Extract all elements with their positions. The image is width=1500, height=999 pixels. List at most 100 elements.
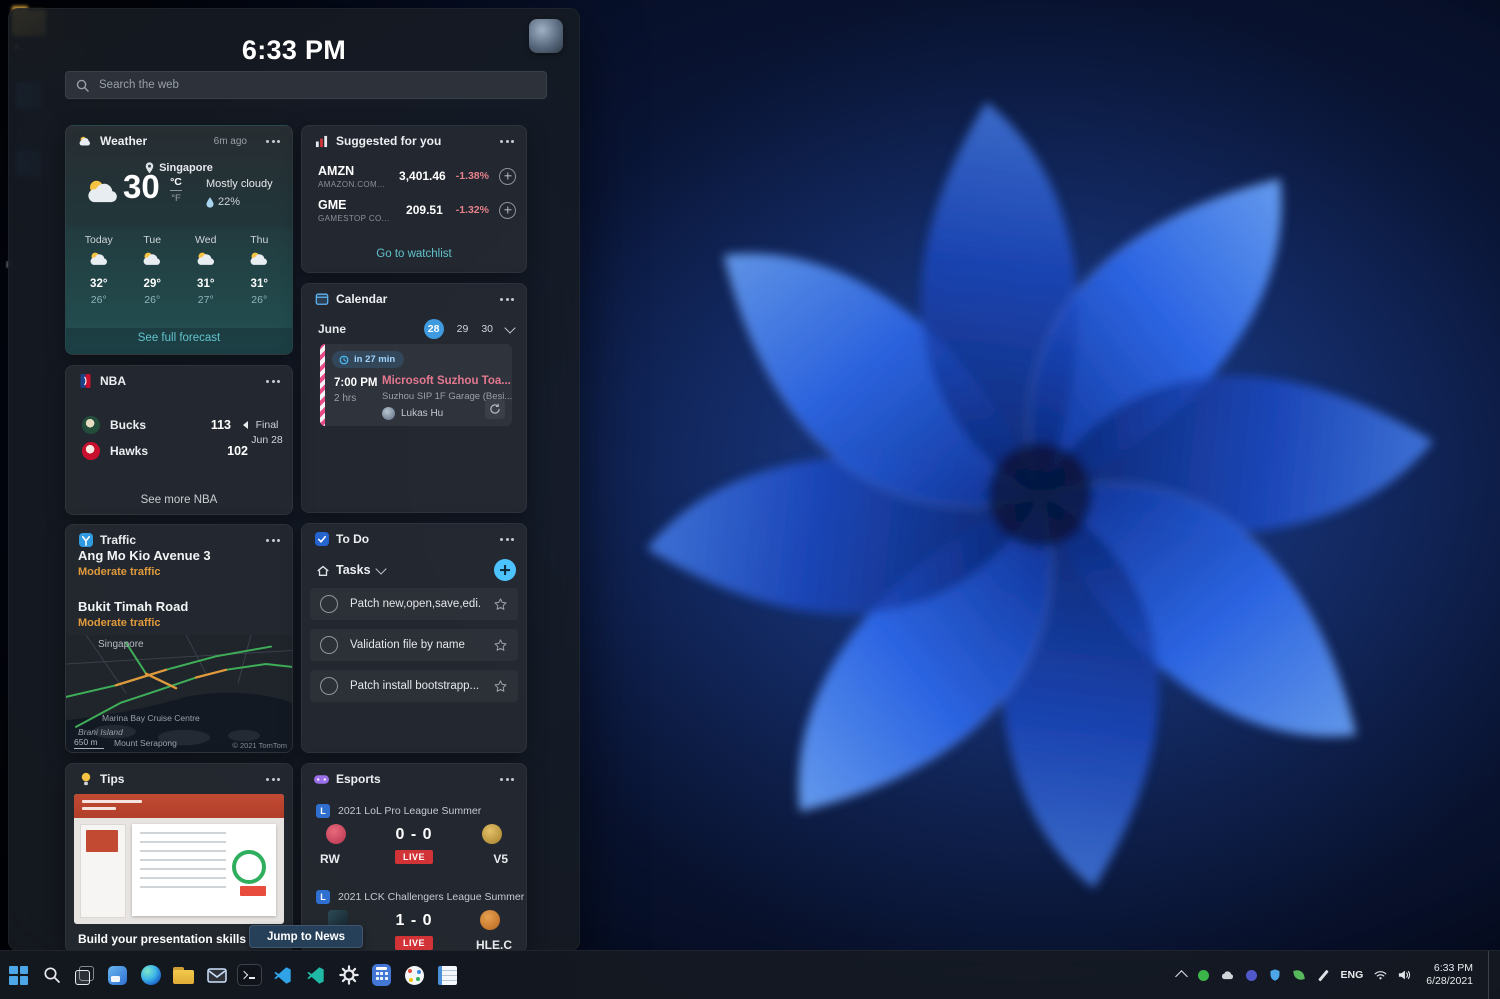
unit-celsius[interactable]: °C	[170, 176, 182, 188]
weather-icon	[78, 134, 93, 149]
jump-to-news-button[interactable]: Jump to News	[249, 925, 363, 948]
forecast-day[interactable]: Today 32° 26°	[72, 234, 126, 328]
card-title: To Do	[336, 532, 370, 546]
more-options-button[interactable]	[496, 134, 518, 149]
esports-widget[interactable]: Esports L 2021 LoL Pro League Summer 0 -…	[301, 763, 527, 950]
paint-button[interactable]	[398, 955, 431, 995]
weather-condition: Mostly cloudy	[206, 178, 273, 190]
hidden-icons-chevron[interactable]	[1174, 970, 1188, 983]
weather-widget[interactable]: Weather 6m ago Singapore 30 °C °F Mostly…	[65, 125, 293, 355]
add-to-watchlist-button[interactable]	[499, 201, 516, 219]
calendar-event[interactable]: in 27 min 7:00 PM 2 hrs Microsoft Suzhou…	[320, 344, 512, 426]
go-to-watchlist-link[interactable]: Go to watchlist	[302, 248, 526, 260]
widgets-button[interactable]	[101, 955, 134, 995]
widgets-panel: 6:33 PM Weather 6m ago Singapore 30 °C	[8, 8, 580, 951]
settings-button[interactable]	[332, 955, 365, 995]
task-checkbox[interactable]	[320, 677, 338, 695]
mail-button[interactable]	[200, 955, 233, 995]
eco-leaf-icon[interactable]	[1293, 969, 1306, 982]
tips-widget[interactable]: Tips Build your presentation skills	[65, 763, 293, 950]
onedrive-cloud-icon[interactable]	[1221, 969, 1234, 982]
vscode-button[interactable]	[266, 955, 299, 995]
security-shield-icon[interactable]	[1269, 969, 1282, 982]
file-explorer-button[interactable]	[167, 955, 200, 995]
start-button[interactable]	[2, 955, 35, 995]
add-to-watchlist-button[interactable]	[499, 167, 516, 185]
more-options-button[interactable]	[262, 134, 284, 149]
see-more-nba-link[interactable]: See more NBA	[66, 494, 292, 506]
task-list-name[interactable]: Tasks	[336, 563, 371, 577]
add-task-button[interactable]	[494, 559, 516, 581]
forecast-day[interactable]: Tue 29° 26°	[126, 234, 180, 328]
event-color-stripe	[320, 344, 325, 426]
more-options-button[interactable]	[496, 772, 518, 787]
task-item[interactable]: Patch new,open,save,edi...	[310, 588, 518, 620]
map-label-poi: Marina Bay Cruise Centre	[102, 713, 200, 723]
task-view-button[interactable]	[68, 955, 101, 995]
user-avatar[interactable]	[529, 19, 563, 53]
calendar-day[interactable]: 30	[481, 323, 493, 335]
forecast-grid: Today 32° 26° Tue 29° 26° Wed 31° 27° Th…	[66, 228, 292, 328]
volume-icon[interactable]	[1398, 969, 1411, 982]
show-desktop-button[interactable]	[1488, 951, 1494, 999]
tip-preview-image[interactable]	[74, 794, 284, 924]
road-name: Ang Mo Kio Avenue 3	[78, 548, 211, 563]
task-checkbox[interactable]	[320, 595, 338, 613]
road-status: Moderate traffic	[78, 566, 161, 578]
terminal-button[interactable]	[233, 955, 266, 995]
more-options-button[interactable]	[496, 292, 518, 307]
more-options-button[interactable]	[262, 374, 284, 389]
star-icon[interactable]	[493, 679, 508, 694]
unit-fahrenheit[interactable]: °F	[171, 193, 181, 204]
calendar-widget[interactable]: Calendar June 28 29 30 in 27 min 7:00 PM…	[301, 283, 527, 513]
event-title[interactable]: Microsoft Suzhou Toa...	[382, 375, 511, 387]
language-indicator[interactable]: ENG	[1341, 969, 1364, 981]
star-icon[interactable]	[493, 597, 508, 612]
taskbar-date: 6/28/2021	[1426, 975, 1473, 987]
unit-toggle[interactable]: °C °F	[170, 176, 182, 204]
stocks-widget[interactable]: Suggested for you AMZN AMAZON.COM... 3,4…	[301, 125, 527, 273]
stock-company: GAMESTOP CO...	[318, 213, 390, 223]
star-icon[interactable]	[493, 638, 508, 653]
stock-row[interactable]: AMZN AMAZON.COM... 3,401.46 -1.38%	[302, 160, 526, 192]
search-input[interactable]	[97, 78, 536, 92]
calendar-icon	[314, 292, 329, 307]
chevron-down-icon[interactable]	[374, 562, 387, 575]
task-item[interactable]: Patch install bootstrapp...	[310, 670, 518, 702]
calculator-button[interactable]	[365, 955, 398, 995]
nba-widget[interactable]: NBA Bucks 113 Hawks 102 Final Jun 28 See…	[65, 365, 293, 515]
traffic-map[interactable]: Singapore Marina Bay Cruise Centre Brani…	[66, 635, 292, 752]
task-item[interactable]: Validation file by name	[310, 629, 518, 661]
team-row: Hawks 102	[82, 440, 248, 462]
forecast-day[interactable]: Wed 31° 27°	[179, 234, 233, 328]
rsvp-sync-button[interactable]	[485, 399, 505, 419]
team-abbreviation: V5	[493, 852, 508, 866]
more-options-button[interactable]	[262, 772, 284, 787]
stock-row[interactable]: GME GAMESTOP CO... 209.51 -1.32%	[302, 194, 526, 226]
notepad-button[interactable]	[431, 955, 464, 995]
sync-icon	[490, 403, 500, 414]
forecast-day[interactable]: Thu 31° 26°	[233, 234, 287, 328]
todo-widget[interactable]: To Do Tasks Patch new,open,save,edi... V…	[301, 523, 527, 753]
web-search-bar[interactable]	[65, 71, 547, 99]
edge-button[interactable]	[134, 955, 167, 995]
pen-icon[interactable]	[1317, 969, 1330, 982]
stock-company: AMAZON.COM...	[318, 179, 385, 189]
calendar-day[interactable]: 29	[457, 323, 469, 335]
more-options-button[interactable]	[496, 532, 518, 547]
calendar-day-selected[interactable]: 28	[423, 319, 444, 339]
event-time: 7:00 PM	[334, 377, 378, 389]
network-icon[interactable]	[1374, 969, 1387, 982]
chevron-down-icon[interactable]	[504, 321, 516, 334]
card-title: NBA	[100, 374, 126, 388]
status-green-icon[interactable]	[1197, 969, 1210, 982]
vscode-insiders-button[interactable]	[299, 955, 332, 995]
see-full-forecast-link[interactable]: See full forecast	[66, 332, 292, 344]
map-scale: 650 m	[74, 737, 104, 749]
taskbar-clock[interactable]: 6:33 PM 6/28/2021	[1422, 962, 1477, 988]
traffic-widget[interactable]: Traffic Ang Mo Kio Avenue 3 Moderate tra…	[65, 524, 293, 753]
teams-icon[interactable]	[1245, 969, 1258, 982]
task-checkbox[interactable]	[320, 636, 338, 654]
search-button[interactable]	[35, 955, 68, 995]
more-options-button[interactable]	[262, 533, 284, 548]
